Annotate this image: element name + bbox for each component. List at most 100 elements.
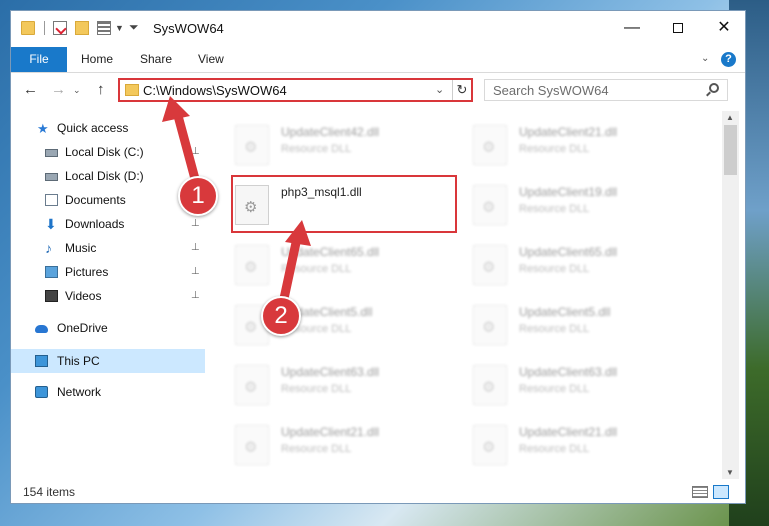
details-view-icon[interactable] [692,486,708,498]
sidebar-item-music[interactable]: ♪ Music ⊥ [11,237,205,259]
sidebar-item-downloads[interactable]: ⬇ Downloads ⊥ [11,213,205,235]
file-name: UpdateClient5.dll [519,305,611,319]
file-highlight-box [231,175,457,233]
address-path[interactable]: C:\Windows\SysWOW64 [143,83,287,98]
pin-icon: ⊥ [191,146,200,157]
file-name: UpdateClient63.dll [281,365,380,379]
videos-icon [45,290,58,302]
list-item[interactable]: UpdateClient21.dll Resource DLL [233,419,463,471]
sidebar-item-pictures[interactable]: Pictures ⊥ [11,261,205,283]
navigation-bar: ← → ⌄ ↑ C:\Windows\SysWOW64 ⌄ ↻ Search S… [11,73,745,109]
file-explorer-window: ▼ ⏷ SysWOW64 — ✕ File Home Share View ⌄ … [10,10,746,504]
title-bar: ▼ ⏷ SysWOW64 — ✕ [11,11,745,47]
sidebar-item-label: Local Disk (D:) [65,169,144,183]
recent-locations-button[interactable]: ⌄ [73,85,81,96]
folder-icon [21,21,35,35]
cloud-icon [35,325,48,333]
drive-icon [45,173,58,181]
list-item[interactable]: UpdateClient63.dll Resource DLL [233,359,463,411]
list-item[interactable]: UpdateClient65.dll Resource DLL [471,239,701,291]
customize-toolbar-icon[interactable]: ⏷ [129,20,139,35]
forward-button[interactable]: → [51,81,66,98]
step-badge-2: 2 [261,296,301,336]
pin-icon: ⊥ [191,266,200,277]
item-count: 154 items [23,485,76,499]
file-type: Resource DLL [519,323,590,335]
help-icon[interactable]: ? [721,52,736,67]
documents-icon [45,194,58,206]
pin-icon: ⊥ [191,218,200,229]
sidebar-item-label: Downloads [65,217,125,231]
file-name: UpdateClient21.dll [519,425,618,439]
sidebar-item-local-disk-d[interactable]: Local Disk (D:) ⊥ [11,165,205,187]
dll-file-icon [473,125,507,165]
dll-file-icon [235,425,269,465]
tab-share[interactable]: Share [140,47,172,72]
back-button[interactable]: ← [23,81,38,98]
sidebar-item-quick-access[interactable]: ★ Quick access [11,117,205,139]
list-item[interactable]: UpdateClient42.dll Resource DLL [233,119,463,171]
search-input[interactable]: Search SysWOW64 [484,79,728,101]
file-name: UpdateClient65.dll [281,245,380,259]
minimize-button[interactable]: — [609,11,655,45]
ribbon-tabs: File Home Share View ⌄ ? [11,47,745,73]
scroll-up-icon[interactable]: ▲ [726,113,734,122]
scroll-down-icon[interactable]: ▼ [726,468,734,477]
drive-icon [45,149,58,157]
pin-icon: ⊥ [191,242,200,253]
search-icon [709,83,719,93]
dll-file-icon [473,365,507,405]
large-icons-view-icon[interactable] [713,485,729,499]
file-type: Resource DLL [519,443,590,455]
tab-home[interactable]: Home [81,47,113,72]
dll-file-icon [235,245,269,285]
address-history-chevron-icon[interactable]: ⌄ [435,83,444,96]
folder-icon [125,84,139,96]
list-item[interactable]: UpdateClient5.dll Resource DLL [471,299,701,351]
tab-view[interactable]: View [198,47,224,72]
sidebar-item-label: Videos [65,289,102,303]
view-menu-chevron-icon[interactable]: ▼ [115,23,124,33]
star-icon: ★ [37,121,49,136]
sidebar-item-network[interactable]: Network [11,381,205,403]
list-item[interactable]: UpdateClient63.dll Resource DLL [471,359,701,411]
up-button[interactable]: ↑ [97,81,105,98]
dll-file-icon [473,425,507,465]
file-type: Resource DLL [281,263,352,275]
close-button[interactable]: ✕ [701,11,747,45]
scrollbar-thumb[interactable] [724,125,737,175]
address-bar[interactable]: C:\Windows\SysWOW64 ⌄ ↻ [118,78,473,102]
tab-file[interactable]: File [11,47,67,72]
sidebar-item-documents[interactable]: Documents ⊥ [11,189,205,211]
pin-icon: ⊥ [191,290,200,301]
file-type: Resource DLL [281,143,352,155]
file-list: UpdateClient42.dll Resource DLL php3_msq… [231,111,721,481]
list-item[interactable]: UpdateClient65.dll Resource DLL [233,239,463,291]
navigation-pane: ★ Quick access Local Disk (C:) ⊥ Local D… [11,111,205,481]
status-bar: 154 items [11,481,745,505]
sidebar-item-label: Documents [65,193,126,207]
sidebar-item-this-pc[interactable]: This PC [11,350,205,372]
dll-file-icon [473,185,507,225]
list-item[interactable]: UpdateClient19.dll Resource DLL [471,179,701,231]
sidebar-item-local-disk-c[interactable]: Local Disk (C:) ⊥ [11,141,205,163]
file-type: Resource DLL [281,383,352,395]
refresh-button[interactable]: ↻ [452,80,471,100]
file-name: UpdateClient21.dll [281,425,380,439]
sidebar-item-label: Local Disk (C:) [65,145,144,159]
file-name: UpdateClient21.dll [519,125,618,139]
dll-file-icon [473,245,507,285]
sidebar-item-label: Quick access [57,121,129,135]
network-icon [35,386,48,398]
list-item[interactable]: UpdateClient21.dll Resource DLL [471,419,701,471]
maximize-button[interactable] [655,11,701,45]
sidebar-item-videos[interactable]: Videos ⊥ [11,285,205,307]
expand-ribbon-icon[interactable]: ⌄ [701,53,709,64]
list-item[interactable]: UpdateClient21.dll Resource DLL [471,119,701,171]
properties-icon[interactable] [53,21,67,35]
file-type: Resource DLL [519,383,590,395]
new-folder-icon[interactable] [75,21,89,35]
sidebar-item-onedrive[interactable]: OneDrive [11,317,205,339]
view-menu-icon[interactable] [97,21,111,35]
vertical-scrollbar[interactable]: ▲ ▼ [722,111,739,479]
